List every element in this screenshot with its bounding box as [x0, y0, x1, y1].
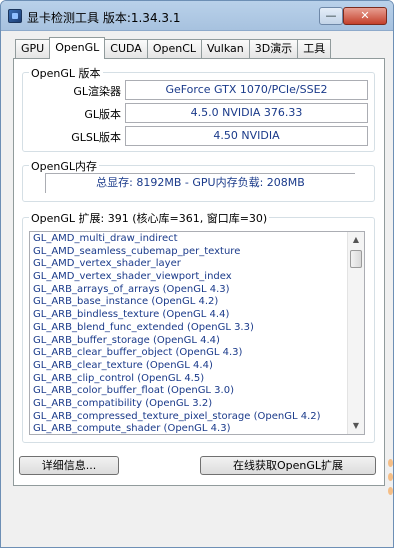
glsl-version-label: GLSL版本 [71, 131, 121, 144]
extensions-list-items: GL_AMD_multi_draw_indirect GL_AMD_seamles… [33, 233, 346, 434]
app-icon [8, 9, 22, 23]
gl-version-label: GL版本 [84, 108, 121, 121]
scroll-down-icon[interactable]: ▼ [348, 418, 364, 434]
extension-list-item[interactable]: GL_ARB_bindless_texture (OpenGL 4.4) [33, 309, 346, 322]
extension-list-item[interactable]: GL_ARB_base_instance (OpenGL 4.2) [33, 296, 346, 309]
glsl-version-value: 4.50 NVIDIA [125, 126, 368, 146]
close-button[interactable]: ✕ [343, 7, 387, 25]
glsl-version-row: GLSL版本 4.50 NVIDIA [23, 126, 374, 146]
extension-list-item[interactable]: GL_AMD_seamless_cubemap_per_texture [33, 246, 346, 259]
extension-list-item[interactable]: GL_AMD_vertex_shader_layer [33, 258, 346, 271]
renderer-label: GL渲染器 [73, 85, 121, 98]
minimize-button[interactable]: — [319, 7, 343, 25]
window-title: 显卡检测工具 版本:1.34.3.1 [27, 11, 181, 25]
opengl-memory-group: OpenGL内存 总显存: 8192MB - GPU内存负载: 208MB [22, 158, 375, 202]
tab-cuda[interactable]: CUDA [104, 39, 148, 59]
watermark-dot [387, 459, 393, 467]
extension-list-item[interactable]: GL_AMD_vertex_shader_viewport_index [33, 271, 346, 284]
scroll-up-icon[interactable]: ▲ [348, 232, 364, 248]
details-button[interactable]: 详细信息... [19, 456, 119, 475]
tab-3d-demo[interactable]: 3D演示 [248, 39, 299, 59]
extension-list-item[interactable]: GL_ARB_compressed_texture_pixel_storage … [33, 411, 346, 424]
extension-list-item[interactable]: GL_ARB_blend_func_extended (OpenGL 3.3) [33, 322, 346, 335]
extension-list-item[interactable]: GL_AMD_multi_draw_indirect [33, 233, 346, 246]
tab-vulkan[interactable]: Vulkan [201, 39, 250, 59]
extension-list-item[interactable]: GL_ARB_compute_shader (OpenGL 4.3) [33, 423, 346, 434]
extension-list-item[interactable]: GL_ARB_color_buffer_float (OpenGL 3.0) [33, 385, 346, 398]
extensions-scrollbar[interactable]: ▲ ▼ [347, 232, 364, 434]
tab-tools[interactable]: 工具 [297, 39, 332, 59]
renderer-row: GL渲染器 GeForce GTX 1070/PCIe/SSE2 [23, 80, 374, 100]
gl-version-row: GL版本 4.5.0 NVIDIA 376.33 [23, 103, 374, 123]
tab-gpu[interactable]: GPU [15, 39, 51, 59]
online-extensions-button[interactable]: 在线获取OpenGL扩展 [200, 456, 376, 475]
extension-list-item[interactable]: GL_ARB_clip_control (OpenGL 4.5) [33, 373, 346, 386]
scroll-thumb[interactable] [350, 250, 362, 268]
opengl-extensions-group: OpenGL 扩展: 391 (核心库=361, 窗口库=30) GL_AMD_… [22, 210, 375, 443]
extension-list-item[interactable]: GL_ARB_compatibility (OpenGL 3.2) [33, 398, 346, 411]
extension-list-item[interactable]: GL_ARB_clear_buffer_object (OpenGL 4.3) [33, 347, 346, 360]
renderer-value: GeForce GTX 1070/PCIe/SSE2 [125, 80, 368, 100]
extension-list-item[interactable]: GL_ARB_arrays_of_arrays (OpenGL 4.3) [33, 284, 346, 297]
watermark-decoration [384, 453, 396, 533]
app-window: 显卡检测工具 版本:1.34.3.1 — ✕ GPU OpenGL CUDA O… [0, 0, 394, 548]
watermark-dot [387, 487, 393, 495]
opengl-memory-title: OpenGL内存 [29, 158, 100, 174]
gl-version-value: 4.5.0 NVIDIA 376.33 [125, 103, 368, 123]
title-bar: 显卡检测工具 版本:1.34.3.1 — ✕ [1, 1, 393, 31]
tab-opencl[interactable]: OpenCL [146, 39, 203, 59]
opengl-tab-page: OpenGL 版本 GL渲染器 GeForce GTX 1070/PCIe/SS… [13, 58, 385, 486]
tab-opengl[interactable]: OpenGL [49, 37, 106, 59]
extensions-title: OpenGL 扩展: 391 (核心库=361, 窗口库=30) [29, 210, 270, 226]
extensions-list[interactable]: GL_AMD_multi_draw_indirect GL_AMD_seamles… [29, 231, 365, 435]
watermark-dot [387, 473, 393, 481]
extension-list-item[interactable]: GL_ARB_buffer_storage (OpenGL 4.4) [33, 335, 346, 348]
memory-summary: 总显存: 8192MB - GPU内存负载: 208MB [45, 173, 355, 193]
opengl-version-title: OpenGL 版本 [29, 65, 103, 81]
opengl-version-group: OpenGL 版本 GL渲染器 GeForce GTX 1070/PCIe/SS… [22, 65, 375, 152]
extension-list-item[interactable]: GL_ARB_clear_texture (OpenGL 4.4) [33, 360, 346, 373]
tab-bar: GPU OpenGL CUDA OpenCL Vulkan 3D演示 工具 [15, 37, 332, 59]
